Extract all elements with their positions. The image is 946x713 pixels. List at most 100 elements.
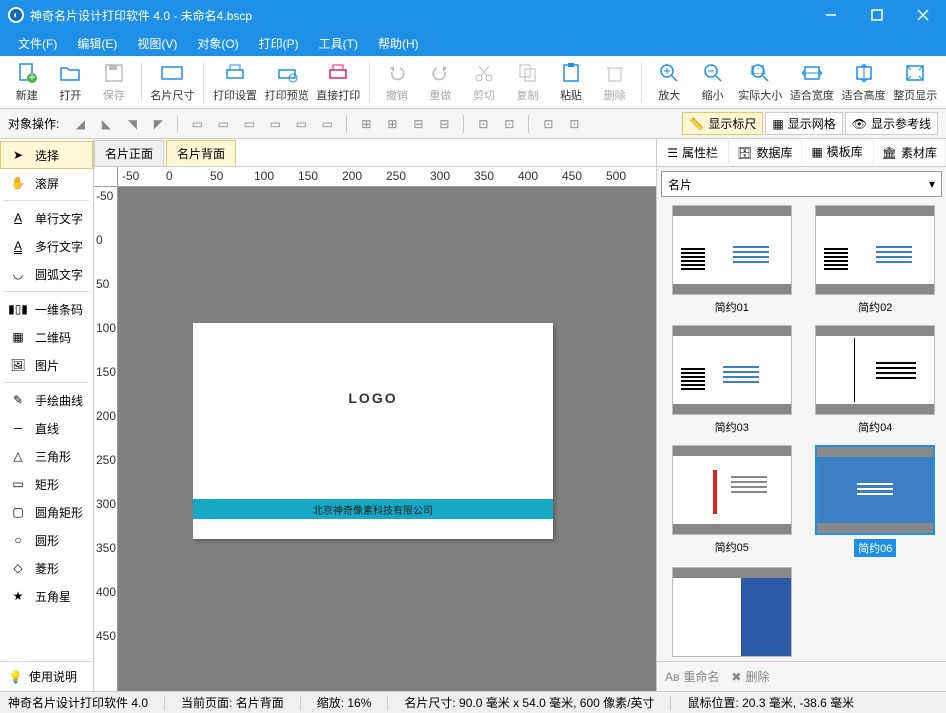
tool-freehand[interactable]: ✎手绘曲线 <box>0 386 93 414</box>
bulb-icon: 💡 <box>8 670 23 684</box>
rename-button[interactable]: Aʙ重命名 <box>665 668 719 685</box>
tool-barcode[interactable]: ▮▯▮一维条码 <box>0 295 93 323</box>
redo-button[interactable]: 重做 <box>420 58 462 106</box>
layer-up-icon[interactable]: ◢ <box>69 113 91 135</box>
minimize-button[interactable] <box>808 0 854 30</box>
template-item[interactable]: 简约05 <box>667 445 797 557</box>
print-preview-button[interactable]: 打印预览 <box>262 58 312 106</box>
layer-front-icon[interactable]: ◤ <box>147 113 169 135</box>
template-item[interactable]: 简约04 <box>811 325 941 435</box>
tool-triangle[interactable]: △三角形 <box>0 442 93 470</box>
tool-rect[interactable]: ▭矩形 <box>0 470 93 498</box>
tool-ellipse[interactable]: ○圆形 <box>0 526 93 554</box>
tool-line[interactable]: ─直线 <box>0 414 93 442</box>
tool-star[interactable]: ★五角星 <box>0 582 93 610</box>
menu-tools[interactable]: 工具(T) <box>309 31 368 56</box>
card-size-button[interactable]: 名片尺寸 <box>148 58 198 106</box>
main-toolbar: +新建 打开 保存 名片尺寸 打印设置 打印预览 直接打印 撤销 重做 剪切 复… <box>0 56 946 109</box>
menu-help[interactable]: 帮助(H) <box>368 31 429 56</box>
open-button[interactable]: 打开 <box>50 58 92 106</box>
align-left-icon[interactable]: ▭ <box>186 113 208 135</box>
delete-button[interactable]: 删除 <box>594 58 636 106</box>
align-middle-icon[interactable]: ▭ <box>290 113 312 135</box>
guide-icon: 👁 <box>852 117 867 131</box>
triangle-icon: △ <box>9 447 27 465</box>
cut-button[interactable]: 剪切 <box>463 58 505 106</box>
tool-select[interactable]: ➤选择 <box>0 141 93 169</box>
tab-card-front[interactable]: 名片正面 <box>94 140 164 166</box>
horizontal-ruler: -50 0 50 100 150 200 250 300 350 400 450… <box>118 167 656 187</box>
zoom-out-button[interactable]: 缩小 <box>692 58 734 106</box>
template-item[interactable]: 简约02 <box>811 205 941 315</box>
menu-file[interactable]: 文件(F) <box>8 31 67 56</box>
toggle-grid[interactable]: ▦显示网格 <box>765 112 842 135</box>
status-app: 神奇名片设计打印软件 4.0 <box>8 694 148 711</box>
canvas[interactable]: LOGO 北京神奇像素科技有限公司 <box>118 187 656 691</box>
group-icon[interactable]: ⊡ <box>472 113 494 135</box>
business-card[interactable]: LOGO 北京神奇像素科技有限公司 <box>193 323 553 539</box>
fit-page-button[interactable]: 整页显示 <box>890 58 940 106</box>
save-button[interactable]: 保存 <box>93 58 135 106</box>
tab-database[interactable]: 🗄数据库 <box>729 139 801 166</box>
menu-print[interactable]: 打印(P) <box>249 31 309 56</box>
template-category-select[interactable]: 名片▾ <box>661 171 942 197</box>
tab-templates[interactable]: ▦模板库 <box>802 139 874 166</box>
menu-edit[interactable]: 编辑(E) <box>67 31 127 56</box>
same-h-icon[interactable]: ⊟ <box>433 113 455 135</box>
template-item[interactable]: 简约03 <box>667 325 797 435</box>
delete-template-button[interactable]: ✖删除 <box>731 668 769 685</box>
template-icon: ▦ <box>811 145 822 159</box>
maximize-button[interactable] <box>854 0 900 30</box>
template-item[interactable]: 简约01 <box>667 205 797 315</box>
template-item[interactable]: 简约06 <box>811 445 941 557</box>
unlock-icon[interactable]: ⊡ <box>563 113 585 135</box>
same-w-icon[interactable]: ⊟ <box>407 113 429 135</box>
tool-image[interactable]: 🖼图片 <box>0 351 93 379</box>
dist-v-icon[interactable]: ⊞ <box>381 113 403 135</box>
tool-roundrect[interactable]: ▢圆角矩形 <box>0 498 93 526</box>
list-icon: ☰ <box>667 146 678 160</box>
tab-materials[interactable]: 🏛素材库 <box>874 139 946 166</box>
tab-card-back[interactable]: 名片背面 <box>166 140 236 166</box>
print-now-button[interactable]: 直接打印 <box>313 58 363 106</box>
layer-down-icon[interactable]: ◥ <box>121 113 143 135</box>
align-bottom-icon[interactable]: ▭ <box>316 113 338 135</box>
template-item[interactable] <box>667 567 797 661</box>
tool-multi-text[interactable]: A多行文字 <box>0 232 93 260</box>
align-right-icon[interactable]: ▭ <box>238 113 260 135</box>
objbar-label: 对象操作: <box>8 115 59 132</box>
fit-width-button[interactable]: 适合宽度 <box>787 58 837 106</box>
fit-height-button[interactable]: 适合高度 <box>839 58 889 106</box>
rect-icon: ▭ <box>9 475 27 493</box>
help-button[interactable]: 💡使用说明 <box>0 661 93 691</box>
close-button[interactable] <box>900 0 946 30</box>
actual-size-button[interactable]: 1:1实际大小 <box>735 58 785 106</box>
vertical-ruler: -50 0 50 100 150 200 250 300 350 400 450 <box>94 187 118 691</box>
tool-pan[interactable]: ✋滚屏 <box>0 169 93 197</box>
paste-button[interactable]: 粘贴 <box>550 58 592 106</box>
zoom-in-button[interactable]: 放大 <box>648 58 690 106</box>
toggle-ruler[interactable]: 📏显示标尺 <box>682 112 763 135</box>
toggle-guide[interactable]: 👁显示参考线 <box>845 112 938 135</box>
copy-button[interactable]: 复制 <box>507 58 549 106</box>
tool-diamond[interactable]: ◇菱形 <box>0 554 93 582</box>
tool-qrcode[interactable]: ▦二维码 <box>0 323 93 351</box>
menu-view[interactable]: 视图(V) <box>127 31 187 56</box>
print-settings-button[interactable]: 打印设置 <box>210 58 260 106</box>
tool-single-text[interactable]: A单行文字 <box>0 204 93 232</box>
dist-h-icon[interactable]: ⊞ <box>355 113 377 135</box>
menu-object[interactable]: 对象(O) <box>187 31 248 56</box>
layer-mid-icon[interactable]: ◣ <box>95 113 117 135</box>
ruler-corner <box>94 167 118 187</box>
undo-button[interactable]: 撤销 <box>376 58 418 106</box>
new-button[interactable]: +新建 <box>6 58 48 106</box>
lock-icon[interactable]: ⊡ <box>537 113 559 135</box>
align-top-icon[interactable]: ▭ <box>264 113 286 135</box>
align-center-icon[interactable]: ▭ <box>212 113 234 135</box>
line-icon: ─ <box>9 419 27 437</box>
card-logo-text[interactable]: LOGO <box>193 390 553 406</box>
tab-properties[interactable]: ☰属性栏 <box>657 139 729 166</box>
ungroup-icon[interactable]: ⊡ <box>498 113 520 135</box>
tool-arc-text[interactable]: ◡圆弧文字 <box>0 260 93 288</box>
card-company-band[interactable]: 北京神奇像素科技有限公司 <box>193 499 553 519</box>
